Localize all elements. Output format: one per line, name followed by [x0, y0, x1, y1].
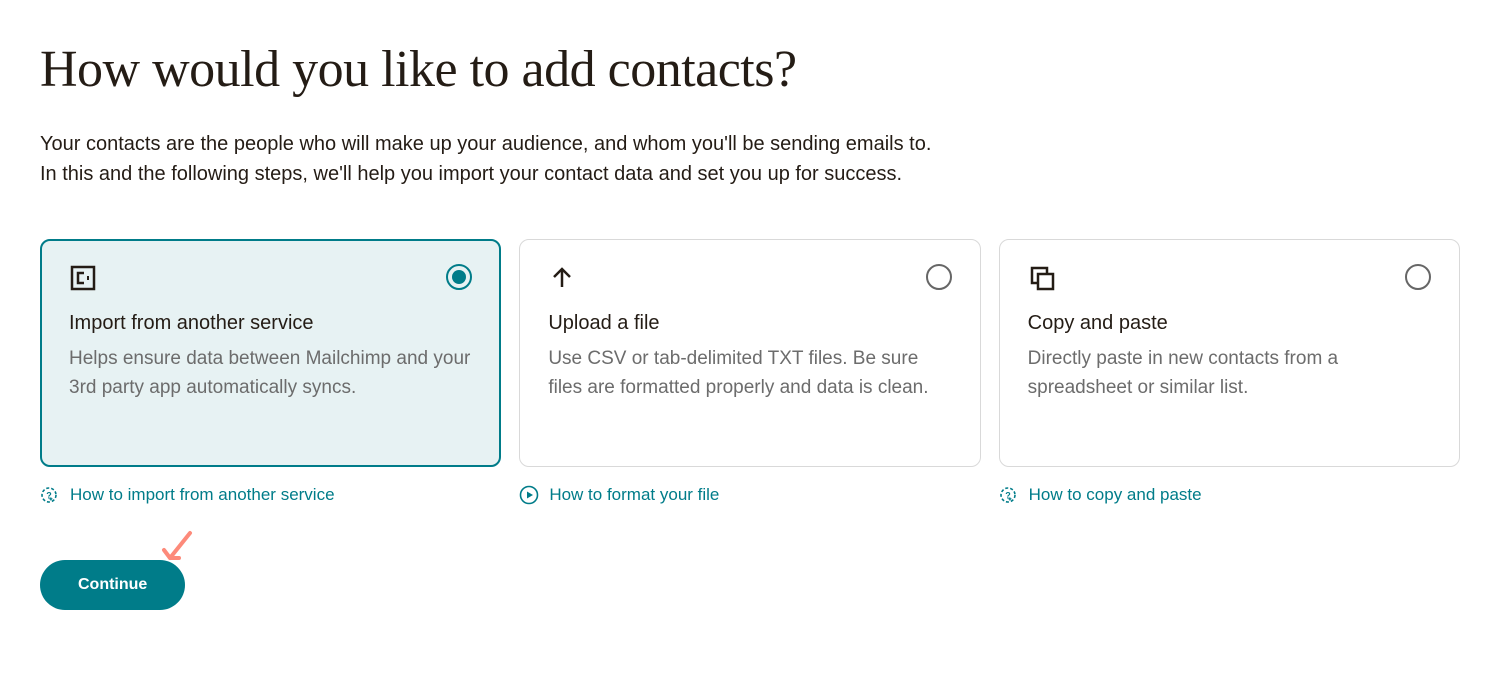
card-title: Upload a file — [548, 312, 951, 335]
page-description-line1: Your contacts are the people who will ma… — [40, 133, 931, 155]
option-card-import-service[interactable]: Import from another service Helps ensure… — [40, 239, 501, 467]
import-service-icon — [69, 264, 97, 292]
help-link-import-service[interactable]: ? How to import from another service — [40, 485, 335, 505]
card-header — [548, 264, 951, 292]
card-title: Copy and paste — [1028, 312, 1431, 335]
radio-upload-file[interactable] — [926, 264, 952, 290]
radio-import-service[interactable] — [446, 264, 472, 290]
option-card-upload-file[interactable]: Upload a file Use CSV or tab-delimited T… — [519, 239, 980, 467]
help-link-label: How to import from another service — [70, 485, 335, 505]
continue-button[interactable]: Continue — [40, 560, 185, 610]
help-sparkle-icon: ? — [40, 485, 60, 505]
help-link-label: How to format your file — [549, 485, 719, 505]
copy-icon — [1028, 264, 1056, 292]
radio-copy-paste[interactable] — [1405, 264, 1431, 290]
continue-area: Continue — [40, 560, 185, 610]
help-sparkle-icon: ? — [999, 485, 1019, 505]
page-description-line2: In this and the following steps, we'll h… — [40, 163, 902, 185]
option-card-copy-paste[interactable]: Copy and paste Directly paste in new con… — [999, 239, 1460, 467]
card-title: Import from another service — [69, 312, 472, 335]
page-title: How would you like to add contacts? — [40, 40, 1460, 99]
upload-icon — [548, 264, 576, 292]
help-links-row: ? How to import from another service How… — [40, 485, 1460, 510]
card-description: Helps ensure data between Mailchimp and … — [69, 345, 472, 402]
help-link-label: How to copy and paste — [1029, 485, 1202, 505]
card-description: Directly paste in new contacts from a sp… — [1028, 345, 1431, 402]
play-circle-icon — [519, 485, 539, 505]
help-link-copy-paste[interactable]: ? How to copy and paste — [999, 485, 1202, 505]
page-description: Your contacts are the people who will ma… — [40, 129, 1460, 189]
card-header — [1028, 264, 1431, 292]
options-row: Import from another service Helps ensure… — [40, 239, 1460, 467]
card-header — [69, 264, 472, 292]
card-description: Use CSV or tab-delimited TXT files. Be s… — [548, 345, 951, 402]
help-link-upload-file[interactable]: How to format your file — [519, 485, 719, 505]
